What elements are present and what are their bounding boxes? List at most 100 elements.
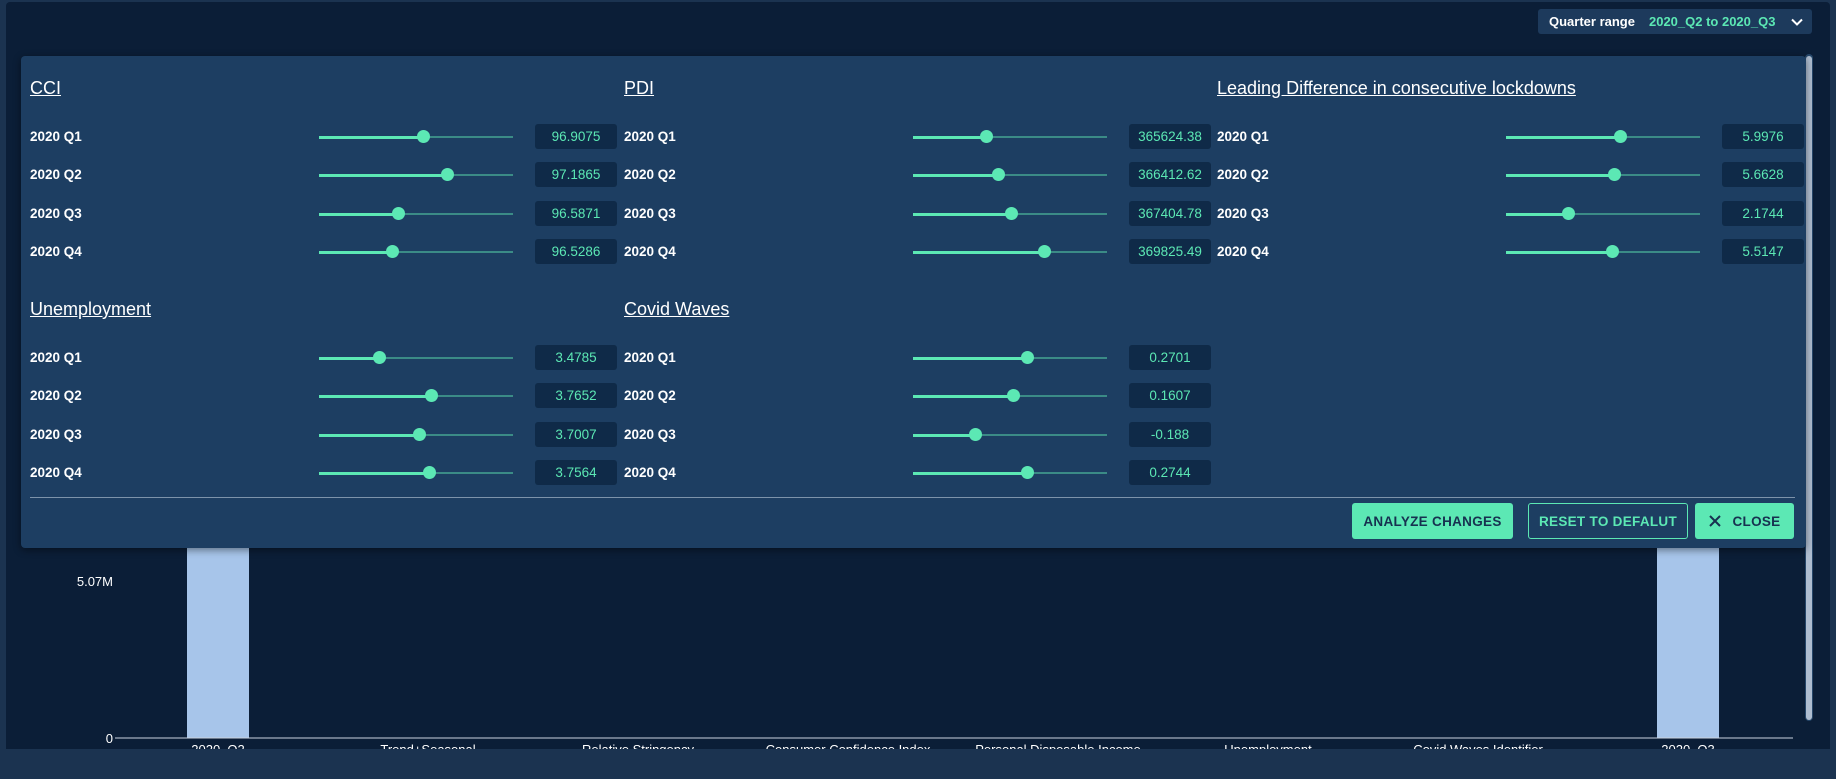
- value-slider[interactable]: [913, 168, 1107, 181]
- slider-thumb[interactable]: [1020, 466, 1034, 479]
- slider-thumb[interactable]: [1561, 207, 1575, 220]
- slider-thumb[interactable]: [1613, 130, 1627, 143]
- value-input[interactable]: 366412.62: [1129, 162, 1211, 187]
- value-slider[interactable]: [319, 207, 513, 220]
- quarter-label: 2020 Q4: [30, 244, 82, 259]
- slider-fill: [319, 250, 393, 254]
- slider-thumb[interactable]: [392, 207, 406, 220]
- value-input[interactable]: 96.5286: [535, 239, 617, 264]
- slider-fill: [319, 135, 424, 139]
- slider-thumb[interactable]: [991, 168, 1005, 181]
- slider-thumb[interactable]: [440, 168, 454, 181]
- value-slider[interactable]: [319, 130, 513, 143]
- quarter-label: 2020 Q4: [30, 465, 82, 480]
- reset-to-default-button[interactable]: RESET TO DEFALUT: [1528, 503, 1688, 539]
- group-title: PDI: [624, 78, 655, 98]
- value-slider[interactable]: [913, 130, 1107, 143]
- slider-fill: [319, 212, 399, 216]
- slider-fill: [1506, 173, 1615, 177]
- slider-fill: [1506, 212, 1569, 216]
- value-slider[interactable]: [1506, 207, 1700, 220]
- value-slider[interactable]: [319, 389, 513, 402]
- value-slider[interactable]: [319, 428, 513, 441]
- slider-fill: [319, 471, 430, 475]
- scrollbar-thumb[interactable]: [1806, 56, 1812, 720]
- slider-fill: [1506, 135, 1621, 139]
- value-slider[interactable]: [1506, 245, 1700, 258]
- value-input[interactable]: 0.2744: [1129, 460, 1211, 485]
- value-input[interactable]: 367404.78: [1129, 201, 1211, 226]
- value-input[interactable]: 96.5871: [535, 201, 617, 226]
- value-slider[interactable]: [319, 245, 513, 258]
- value-slider[interactable]: [319, 168, 513, 181]
- value-input[interactable]: 5.5147: [1722, 239, 1804, 264]
- value-slider[interactable]: [319, 351, 513, 364]
- value-input[interactable]: 3.4785: [535, 345, 617, 370]
- slider-row: 2020 Q4 3.7564: [30, 460, 617, 486]
- value-input[interactable]: 365624.38: [1129, 124, 1211, 149]
- value-slider[interactable]: [913, 351, 1107, 364]
- slider-row: 2020 Q2 366412.62: [624, 162, 1211, 188]
- quarter-label: 2020 Q3: [624, 427, 676, 442]
- slider-thumb[interactable]: [423, 466, 437, 479]
- slider-thumb[interactable]: [980, 130, 994, 143]
- slider-thumb[interactable]: [425, 389, 439, 402]
- slider-thumb[interactable]: [968, 428, 982, 441]
- value-slider[interactable]: [319, 466, 513, 479]
- value-input[interactable]: 5.9976: [1722, 124, 1804, 149]
- value-input[interactable]: 369825.49: [1129, 239, 1211, 264]
- slider-row: 2020 Q3 -0.188: [624, 422, 1211, 448]
- slider-thumb[interactable]: [1020, 351, 1034, 364]
- analyze-changes-label: ANALYZE CHANGES: [1363, 513, 1502, 529]
- chart-clip-cover: [0, 749, 1836, 779]
- slider-thumb[interactable]: [413, 428, 427, 441]
- quarter-label: 2020 Q4: [624, 244, 676, 259]
- close-button[interactable]: CLOSE: [1695, 503, 1794, 539]
- value-input[interactable]: -0.188: [1129, 422, 1211, 447]
- slider-row: 2020 Q3 367404.78: [624, 201, 1211, 227]
- value-input[interactable]: 97.1865: [535, 162, 617, 187]
- value-input[interactable]: 0.2701: [1129, 345, 1211, 370]
- value-slider[interactable]: [913, 428, 1107, 441]
- quarter-label: 2020 Q1: [30, 129, 82, 144]
- slider-thumb[interactable]: [386, 245, 400, 258]
- value-slider[interactable]: [1506, 168, 1700, 181]
- slider-thumb[interactable]: [1005, 207, 1019, 220]
- value-input[interactable]: 3.7007: [535, 422, 617, 447]
- slider-row: 2020 Q2 5.6628: [1217, 162, 1804, 188]
- value-input[interactable]: 96.9075: [535, 124, 617, 149]
- value-slider[interactable]: [913, 466, 1107, 479]
- value-input[interactable]: 3.7564: [535, 460, 617, 485]
- quarter-range-dropdown[interactable]: Quarter range 2020_Q2 to 2020_Q3: [1538, 9, 1812, 34]
- slider-thumb[interactable]: [417, 130, 431, 143]
- slider-thumb[interactable]: [372, 351, 386, 364]
- slider-thumb[interactable]: [1007, 389, 1021, 402]
- value-slider[interactable]: [913, 245, 1107, 258]
- slider-row: 2020 Q4 5.5147: [1217, 239, 1804, 265]
- slider-fill: [1506, 250, 1613, 254]
- value-slider[interactable]: [913, 207, 1107, 220]
- quarter-label: 2020 Q3: [30, 206, 82, 221]
- value-slider[interactable]: [1506, 130, 1700, 143]
- slider-thumb[interactable]: [1038, 245, 1052, 258]
- value-input[interactable]: 3.7652: [535, 383, 617, 408]
- slider-row: 2020 Q3 2.1744: [1217, 201, 1804, 227]
- value-slider[interactable]: [913, 389, 1107, 402]
- value-input[interactable]: 5.6628: [1722, 162, 1804, 187]
- value-input[interactable]: 2.1744: [1722, 201, 1804, 226]
- slider-row: 2020 Q3 3.7007: [30, 422, 617, 448]
- reset-to-default-label: RESET TO DEFALUT: [1538, 513, 1678, 529]
- slider-row: 2020 Q1 5.9976: [1217, 124, 1804, 150]
- slider-thumb[interactable]: [1608, 168, 1622, 181]
- value-input[interactable]: 0.1607: [1129, 383, 1211, 408]
- group-title: Unemployment: [30, 299, 152, 319]
- slider-thumb[interactable]: [1606, 245, 1620, 258]
- slider-fill: [913, 135, 987, 139]
- analyze-changes-button[interactable]: ANALYZE CHANGES: [1352, 503, 1513, 539]
- group-title: Leading Difference in consecutive lockdo…: [1217, 78, 1576, 98]
- quarter-label: 2020 Q3: [1217, 206, 1269, 221]
- group-title: CCI: [30, 78, 61, 98]
- quarter-label: 2020 Q2: [30, 167, 82, 182]
- slider-row: 2020 Q3 96.5871: [30, 201, 617, 227]
- slider-fill: [913, 433, 976, 437]
